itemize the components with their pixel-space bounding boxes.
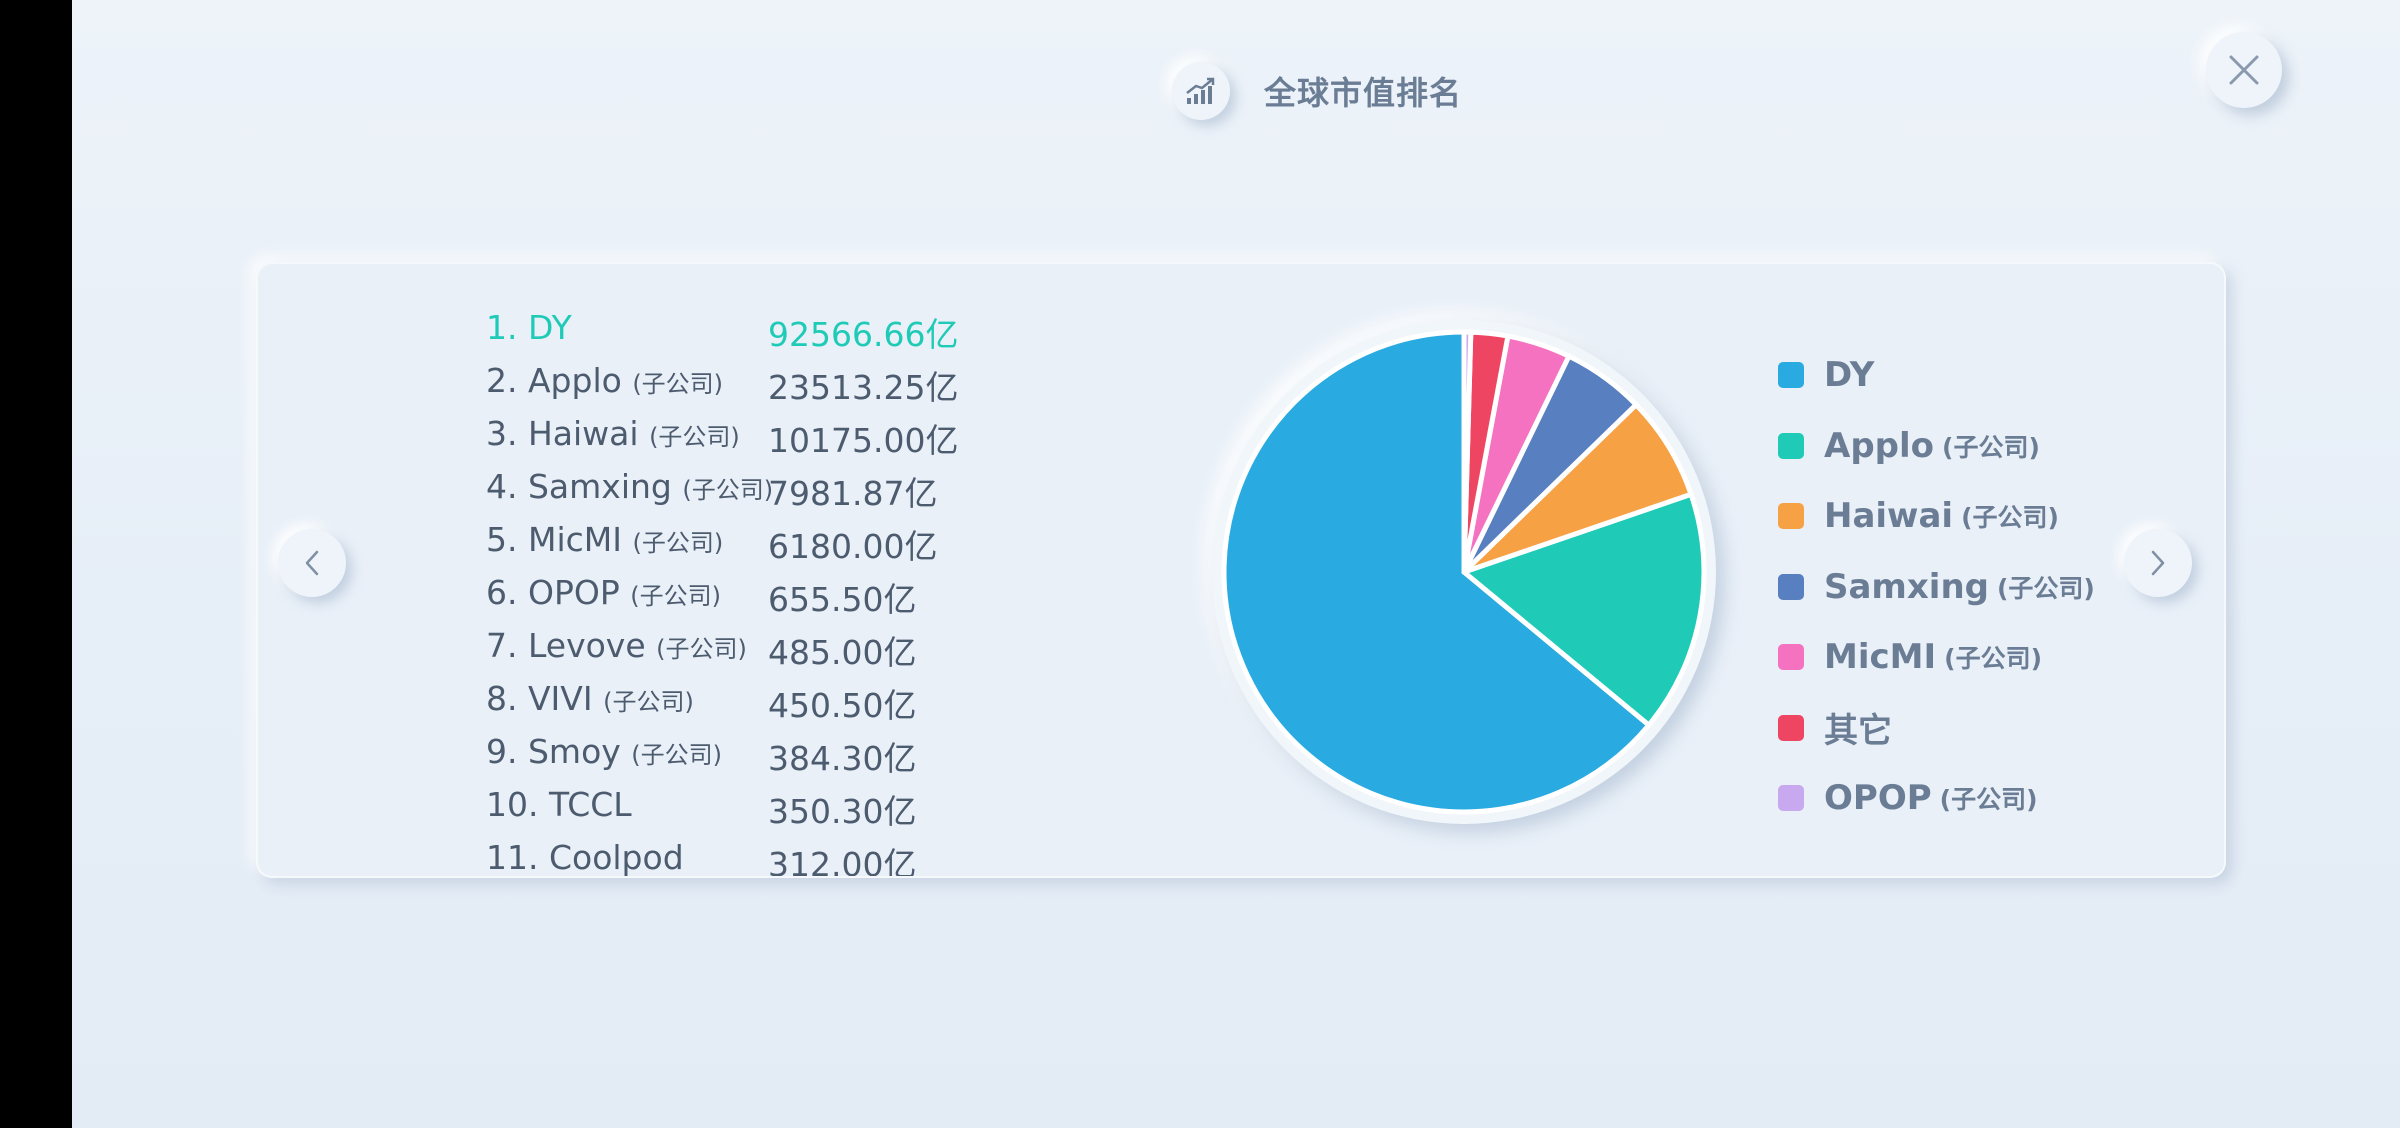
chevron-left-icon: [305, 550, 319, 576]
legend-swatch: [1778, 644, 1804, 671]
ranking-row: 6. OPOP (子公司) 655.50亿: [486, 567, 1046, 620]
market-value: 485.00亿: [768, 633, 917, 672]
company-name: 7. Levove (子公司): [486, 626, 747, 665]
legend-label: Applo: [1824, 425, 1935, 466]
legend-label: DY: [1824, 355, 1875, 396]
company-name: 11. Coolpod: [486, 838, 684, 876]
close-button[interactable]: [2206, 32, 2282, 108]
ranking-row: 2. Applo (子公司) 23513.25亿: [486, 355, 1046, 408]
market-value: 23513.25亿: [768, 368, 959, 407]
ranking-list: 1. DY 92566.66亿 2. Applo (子公司) 23513.25亿…: [486, 302, 1046, 876]
chart-trend-icon: [1172, 62, 1230, 120]
company-name: 1. DY: [486, 308, 572, 347]
legend-swatch: [1778, 714, 1804, 741]
legend-item: MicMI (子公司): [1778, 622, 2095, 693]
ranking-row: 8. VIVI (子公司) 450.50亿: [486, 673, 1046, 726]
company-name: 4. Samxing (子公司): [486, 467, 774, 506]
company-name: 8. VIVI (子公司): [486, 679, 694, 718]
legend-item: DY: [1778, 340, 2095, 411]
legend-item: Samxing (子公司): [1778, 552, 2095, 623]
market-value: 7981.87亿: [768, 474, 938, 513]
chart-legend: DY Applo (子公司) Haiwai (子公司) Samxing (子公司) M…: [1778, 340, 2095, 834]
market-value: 6180.00亿: [768, 527, 938, 566]
previous-button[interactable]: [278, 529, 346, 597]
legend-swatch: [1778, 503, 1804, 530]
legend-swatch: [1778, 432, 1804, 459]
ranking-row: 4. Samxing (子公司) 7981.87亿: [486, 461, 1046, 514]
next-button[interactable]: [2124, 529, 2192, 597]
company-name: 10. TCCL: [486, 785, 632, 824]
legend-swatch: [1778, 573, 1804, 600]
screen: 全球市值排名 1. DY 92566.66亿 2. Applo (子公司) 23…: [72, 0, 2400, 1128]
legend-item: 其它: [1778, 693, 2095, 764]
legend-item: Haiwai (子公司): [1778, 481, 2095, 552]
company-name: 5. MicMI (子公司): [486, 520, 724, 559]
company-name: 3. Haiwai (子公司): [486, 414, 740, 453]
legend-item: Applo (子公司): [1778, 411, 2095, 482]
legend-label: Haiwai: [1824, 496, 1954, 537]
ranking-row: 3. Haiwai (子公司) 10175.00亿: [486, 408, 1046, 461]
pie-chart-svg: [1221, 329, 1707, 815]
legend-label: 其它: [1824, 711, 1892, 752]
legend-label: MicMI: [1824, 637, 1937, 678]
ranking-row: 7. Levove (子公司) 485.00亿: [486, 620, 1046, 673]
legend-swatch: [1778, 785, 1804, 812]
header: 全球市值排名: [1172, 58, 1462, 124]
close-icon: [2229, 55, 2259, 85]
market-value: 92566.66亿: [768, 315, 959, 354]
chevron-right-icon: [2151, 550, 2165, 576]
ranking-row: 11. Coolpod 312.00亿: [486, 832, 1046, 876]
market-value: 384.30亿: [768, 739, 917, 778]
legend-item: OPOP (子公司): [1778, 763, 2095, 834]
market-value: 655.50亿: [768, 580, 917, 619]
pie-chart: [1212, 320, 1716, 824]
page-title: 全球市值排名: [1264, 74, 1463, 112]
company-name: 6. OPOP (子公司): [486, 573, 721, 612]
market-value: 312.00亿: [768, 845, 917, 876]
ranking-row: 1. DY 92566.66亿: [486, 302, 1046, 355]
legend-label: OPOP: [1824, 778, 1932, 819]
market-value: 450.50亿: [768, 686, 917, 725]
market-value: 350.30亿: [768, 792, 917, 831]
ranking-row: 10. TCCL 350.30亿: [486, 779, 1046, 832]
ranking-row: 9. Smoy (子公司) 384.30亿: [486, 726, 1046, 779]
ranking-row: 5. MicMI (子公司) 6180.00亿: [486, 514, 1046, 567]
company-name: 9. Smoy (子公司): [486, 732, 723, 771]
legend-swatch: [1778, 362, 1804, 389]
legend-label: Samxing: [1824, 566, 1989, 607]
market-value: 10175.00亿: [768, 421, 959, 460]
company-name: 2. Applo (子公司): [486, 361, 724, 400]
